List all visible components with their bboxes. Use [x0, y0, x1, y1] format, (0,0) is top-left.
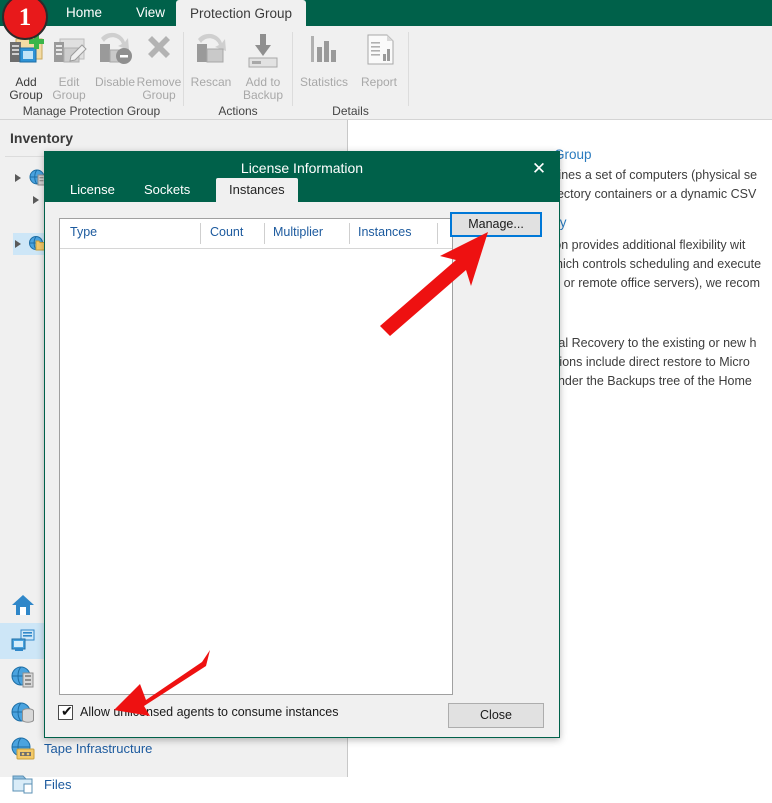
- add-to-backup-icon: [236, 30, 290, 74]
- column-header-type[interactable]: Type: [70, 225, 97, 239]
- dialog-body: Type Count Multiplier Instances: [45, 202, 559, 737]
- storage-infrastructure-icon: [10, 700, 36, 729]
- license-information-dialog: License Information ✕ License Sockets In…: [44, 151, 560, 738]
- disable-group-icon: [89, 30, 141, 74]
- ribbon-tab-protection-group[interactable]: Protection Group: [176, 0, 307, 27]
- dialog-title-bar: License Information ✕ License Sockets In…: [45, 152, 559, 202]
- inventory-icon: [10, 628, 36, 657]
- column-header-count[interactable]: Count: [210, 225, 243, 239]
- dialog-title: License Information: [240, 160, 364, 176]
- ribbon-button-edit-group[interactable]: Edit Group: [47, 30, 91, 102]
- ribbon-button-add-group-label2: Group: [9, 88, 43, 102]
- checkbox-box[interactable]: ✔: [58, 703, 73, 720]
- files-icon: [10, 772, 36, 801]
- grid-header-divider: [60, 248, 452, 249]
- home-icon: [10, 592, 36, 621]
- ribbon-button-add-to-backup-label2: Backup: [242, 88, 284, 102]
- right-pane-line-4: which controls scheduling and execute: [547, 257, 762, 271]
- chevron-right-icon[interactable]: [33, 196, 39, 204]
- ribbon-group-label-manage: Manage Protection Group: [22, 104, 161, 118]
- ribbon-group-details: Statistics Report Details: [293, 26, 408, 120]
- ribbon-button-report[interactable]: Report: [353, 30, 405, 89]
- ribbon-button-rescan-label1: Rescan: [190, 75, 232, 89]
- ribbon-button-rescan[interactable]: Rescan: [186, 30, 236, 89]
- ribbon-button-statistics-label1: Statistics: [299, 75, 348, 89]
- tab-sockets[interactable]: Sockets: [131, 178, 203, 202]
- nav-item-files[interactable]: Files: [0, 767, 347, 803]
- tape-infrastructure-icon: [10, 736, 36, 765]
- ribbon-button-report-label1: Report: [360, 75, 398, 89]
- right-pane-line-3: tion provides additional flexibility wit: [548, 238, 746, 252]
- ribbon-button-remove-group-label2: Group: [142, 88, 176, 102]
- column-divider-4[interactable]: [437, 223, 438, 244]
- ribbon-separator-3: [408, 32, 409, 106]
- right-pane-line-5: os or remote office servers), we recom: [547, 276, 761, 290]
- ribbon-button-disable-group-label1: Disable: [94, 75, 136, 89]
- right-pane-line-8: under the Backups tree of the Home: [551, 374, 752, 388]
- ribbon-tab-bar: Home View Protection Group: [0, 0, 772, 27]
- report-icon: [353, 30, 405, 74]
- dialog-tab-bar: License Sockets Instances: [45, 178, 559, 202]
- ribbon-tab-home[interactable]: Home: [52, 0, 116, 26]
- ribbon-group-manage-protection-group: Add Group Edit Group Disable Remove Grou…: [0, 26, 183, 120]
- right-pane-line-1: efines a set of computers (physical se: [548, 168, 758, 182]
- instances-grid-header: Type Count Multiplier Instances: [60, 219, 452, 248]
- ribbon-button-add-to-backup[interactable]: Add to Backup: [236, 30, 290, 102]
- ribbon-group-label-actions: Actions: [218, 104, 258, 118]
- backup-infrastructure-icon: [10, 664, 36, 693]
- ribbon-button-statistics[interactable]: Statistics: [295, 30, 353, 89]
- right-pane-line-6: etal Recovery to the existing or new h: [548, 336, 757, 350]
- ribbon-group-label-details: Details: [332, 104, 369, 118]
- close-button[interactable]: Close: [448, 703, 544, 728]
- ribbon-button-edit-group-label2: Group: [52, 88, 86, 102]
- ribbon-body: Add Group Edit Group Disable Remove Grou…: [0, 26, 772, 120]
- ribbon-button-add-group[interactable]: Add Group: [4, 30, 48, 102]
- nav-item-tape-infrastructure-label: Tape Infrastructure: [44, 741, 153, 756]
- edit-group-icon: [47, 30, 91, 74]
- tab-license[interactable]: License: [57, 178, 128, 202]
- right-pane-line-7: ptions include direct restore to Micro: [549, 355, 750, 369]
- allow-unlicensed-agents-label: Allow unlicensed agents to consume insta…: [80, 705, 339, 719]
- column-header-multiplier[interactable]: Multiplier: [273, 225, 323, 239]
- column-divider-3[interactable]: [349, 223, 350, 244]
- ribbon-button-disable-group[interactable]: Disable: [89, 30, 141, 89]
- remove-group-icon: [135, 30, 183, 74]
- tab-instances[interactable]: Instances: [216, 178, 298, 202]
- chevron-right-icon[interactable]: [15, 240, 21, 248]
- instances-grid[interactable]: Type Count Multiplier Instances: [59, 218, 453, 695]
- ribbon-tab-view[interactable]: View: [122, 0, 179, 26]
- column-header-instances[interactable]: Instances: [358, 225, 412, 239]
- nav-item-files-label: Files: [44, 777, 72, 792]
- chevron-right-icon[interactable]: [15, 174, 21, 182]
- column-divider-2[interactable]: [264, 223, 265, 244]
- column-divider-1[interactable]: [200, 223, 201, 244]
- ribbon-group-actions: Rescan Add to Backup Actions: [184, 26, 292, 120]
- checkmark-icon: ✔: [61, 703, 73, 719]
- rescan-icon: [186, 30, 236, 74]
- right-pane-line-2: irectory containers or a dynamic CSV: [550, 187, 757, 201]
- manage-button[interactable]: Manage...: [450, 212, 542, 237]
- statistics-icon: [295, 30, 353, 74]
- page-title: Inventory: [10, 130, 74, 146]
- ribbon: Home View Protection Group Add Group Edi…: [0, 0, 772, 120]
- ribbon-button-remove-group[interactable]: Remove Group: [135, 30, 183, 102]
